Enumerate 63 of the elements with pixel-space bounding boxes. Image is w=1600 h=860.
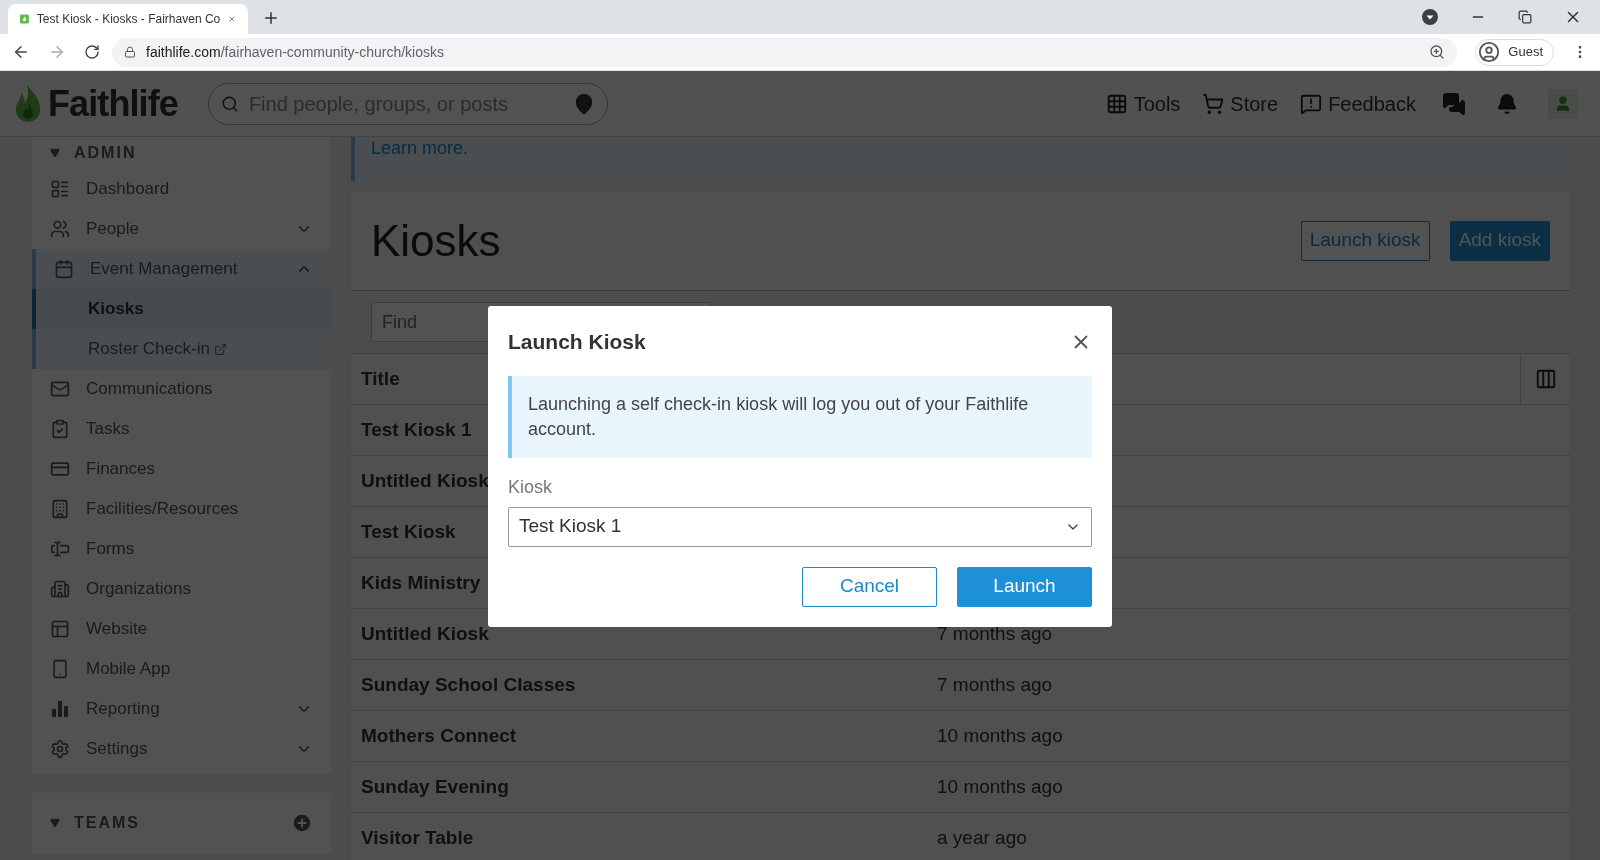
table-cell: Untitled Kiosk — [361, 469, 489, 491]
nav-link[interactable]: Feedback — [1300, 88, 1416, 119]
envelope-icon — [50, 379, 70, 399]
reload-icon[interactable] — [84, 44, 100, 60]
buildings-icon — [50, 579, 70, 599]
zoom-icon[interactable] — [1429, 44, 1446, 60]
table-cell-text: 10 months ago — [937, 774, 1063, 799]
credit-card-icon — [50, 459, 70, 479]
dialog-title: Launch Kiosk — [508, 329, 647, 355]
user-icon — [1554, 94, 1572, 113]
dialog-button[interactable]: Launch — [957, 566, 1092, 607]
nav-link[interactable]: Store — [1202, 88, 1279, 119]
chat-icon[interactable] — [1442, 91, 1466, 116]
table-cell: Test Kiosk — [361, 520, 456, 542]
dialog-button[interactable]: Cancel — [802, 566, 937, 607]
page-action-button[interactable]: Launch kiosk — [1300, 220, 1430, 261]
table-cell: Kids Ministry — [361, 571, 481, 593]
back-icon[interactable] — [12, 43, 30, 61]
lock-icon — [124, 46, 136, 58]
table-cell: Test Kiosk 1 — [361, 418, 472, 440]
phone-icon — [50, 659, 70, 679]
new-tab-icon[interactable] — [262, 9, 280, 27]
table-cell-text: 7 months ago — [937, 621, 1053, 646]
settings-icon — [50, 739, 70, 759]
tab-title: Test Kiosk - Kiosks - Fairhaven Co — [36, 11, 221, 28]
page-title: Kiosks — [371, 214, 502, 267]
sidebar-subitem[interactable]: Kiosks — [32, 289, 331, 329]
table-cell-text: 7 months ago — [937, 672, 1053, 697]
table-cell: Mothers Connect — [361, 724, 517, 746]
feedback-icon — [1300, 92, 1323, 115]
dropdown-circle-icon[interactable] — [1422, 9, 1438, 25]
people-icon — [50, 219, 70, 239]
bell-icon[interactable] — [1496, 92, 1518, 115]
learn-more-link[interactable]: Learn more. — [371, 135, 469, 162]
grid-icon — [1105, 92, 1128, 115]
user-icon — [1478, 41, 1501, 63]
kiosk-select[interactable]: Test Kiosk 1 — [508, 506, 1092, 547]
url-text: faithlife.com/fairhaven-community-church/kiosks — [146, 42, 445, 62]
table-cell-text: 10 months ago — [937, 723, 1063, 748]
field-label: Kiosk — [508, 475, 553, 499]
restore-icon[interactable] — [1518, 10, 1532, 24]
table-cell: Sunday Evening — [361, 775, 509, 797]
nav-link[interactable]: Tools — [1105, 88, 1181, 119]
table-cell: Visitor Table — [361, 826, 474, 848]
page-action-button[interactable]: Add kiosk — [1449, 220, 1550, 261]
form-icon — [50, 539, 70, 559]
layout-icon — [50, 619, 70, 639]
logo-text: Faithlife — [48, 81, 178, 126]
table-cell: Untitled Kiosk — [361, 622, 489, 644]
table-cell-text: a year ago — [937, 825, 1027, 850]
address-bar[interactable]: faithlife.com/fairhaven-community-church/kiosks — [112, 37, 1458, 67]
bar-chart-icon — [50, 699, 70, 719]
table-cell: Sunday School Classes — [361, 673, 576, 695]
calendar-icon — [54, 259, 74, 279]
cart-icon — [1202, 92, 1225, 115]
list-icon — [50, 179, 70, 199]
search-icon — [220, 94, 239, 113]
info-message: Launching a self check-in kiosk will log you out of your Faithlife account. — [508, 375, 1092, 458]
clipboard-check-icon — [50, 419, 70, 439]
browser-tab[interactable]: Test Kiosk - Kiosks - Fairhaven Co — [8, 4, 248, 34]
columns-icon[interactable] — [1534, 368, 1557, 390]
column-header[interactable]: Title — [351, 364, 400, 394]
building-icon — [50, 499, 70, 519]
